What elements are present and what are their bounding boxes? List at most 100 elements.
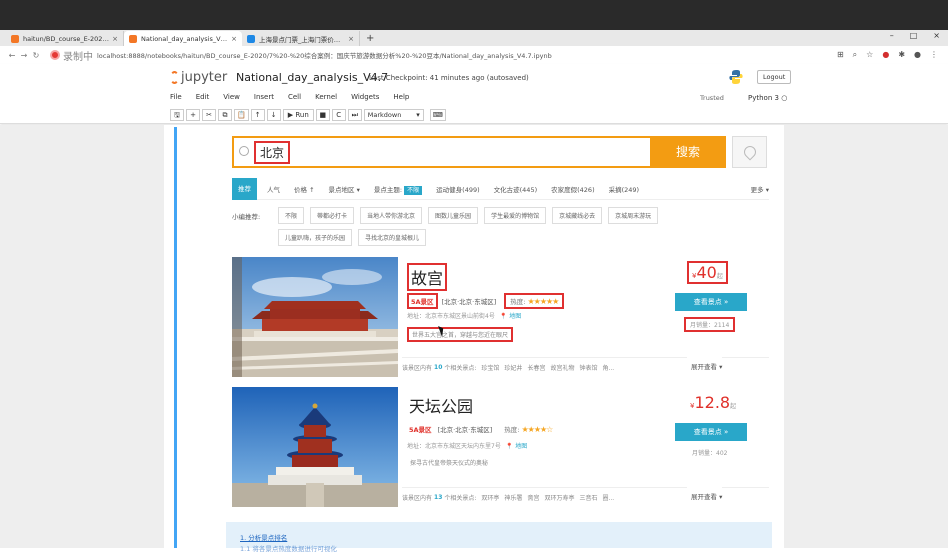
search-button[interactable]: 搜索 xyxy=(650,136,726,168)
close-window-button[interactable]: × xyxy=(933,31,940,40)
translate-icon[interactable]: ⊞ xyxy=(837,50,844,60)
cut-button[interactable]: ✂ xyxy=(202,109,216,121)
theme-culture[interactable]: 文化古迹(445) xyxy=(494,184,537,194)
spot-name[interactable]: 天坛公园 xyxy=(407,393,475,417)
back-icon[interactable]: ← xyxy=(6,51,18,60)
menu-cell[interactable]: Cell xyxy=(288,93,301,101)
menu-widgets[interactable]: Widgets xyxy=(351,93,379,101)
sort-price[interactable]: 价格 ↑ xyxy=(294,184,315,194)
spot-heat: 热度: ★★★★☆ xyxy=(500,423,556,435)
tab-close-icon[interactable]: × xyxy=(112,35,118,43)
expand-related-button[interactable]: 展开查看 ▾ xyxy=(687,357,723,377)
tag-item[interactable]: 不限 xyxy=(278,207,305,224)
tag-item[interactable]: 儿童趴嗨，孩子的乐园 xyxy=(278,229,353,246)
tag-item[interactable]: 京城周末游玩 xyxy=(608,207,659,224)
browser-tab-1[interactable]: haitun/BD_course_E-2020/7 × xyxy=(6,31,124,46)
puzzle-icon[interactable]: ✱ xyxy=(898,50,905,60)
tag-item[interactable]: 学生最爱的博物馆 xyxy=(484,207,547,224)
related-spot[interactable]: 圈... xyxy=(602,493,614,502)
related-spot[interactable]: 神乐署 xyxy=(504,493,522,502)
zoom-icon[interactable]: ⌕ xyxy=(853,50,857,60)
logout-button[interactable]: Logout xyxy=(757,70,792,84)
related-spot[interactable]: 双环亭 xyxy=(481,493,499,502)
extension-icon[interactable]: ● xyxy=(882,50,889,60)
reload-icon[interactable]: ↻ xyxy=(30,51,42,60)
sort-popularity[interactable]: 人气 xyxy=(267,184,280,194)
run-button[interactable]: ▶ Run xyxy=(282,109,314,121)
profile-icon[interactable]: ● xyxy=(914,50,921,60)
paste-button[interactable]: 📋 xyxy=(234,109,249,121)
menu-kernel[interactable]: Kernel xyxy=(315,93,337,101)
forward-icon[interactable]: → xyxy=(18,51,30,60)
forbidden-city-photo[interactable] xyxy=(232,257,398,377)
menu-view[interactable]: View xyxy=(223,93,240,101)
map-link[interactable]: 📍 地图 xyxy=(506,441,527,450)
view-spot-button[interactable]: 查看景点 » xyxy=(675,293,747,311)
interrupt-button[interactable]: ■ xyxy=(315,109,330,121)
restart-button[interactable]: C xyxy=(331,109,346,121)
view-spot-button[interactable]: 查看景点 » xyxy=(675,423,747,441)
related-spot[interactable]: 珍妃井 xyxy=(504,363,522,372)
spot-name[interactable]: 故宫 xyxy=(407,263,448,291)
cell-type-select[interactable]: Markdown xyxy=(363,109,424,121)
move-down-button[interactable]: ↓ xyxy=(266,109,281,121)
tag-item[interactable]: 当地人带你游北京 xyxy=(360,207,423,224)
tag-item[interactable]: 寻找北京的皇城根儿 xyxy=(358,229,427,246)
notebook-title[interactable]: National_day_analysis_V4.7 xyxy=(236,71,388,84)
toc-link-1[interactable]: 1. 分析景点排名 xyxy=(240,532,287,542)
copy-button[interactable]: ⧉ xyxy=(218,109,232,121)
minimize-button[interactable]: – xyxy=(890,31,894,40)
toc-link-1-1[interactable]: 1.1 将各景点热度数据进行可视化 xyxy=(240,543,337,553)
tag-row: 儿童趴嗨，孩子的乐园 寻找北京的皇城根儿 xyxy=(232,229,769,246)
tag-item[interactable]: 京城藏线必去 xyxy=(552,207,603,224)
jupyter-favicon-icon xyxy=(129,34,137,43)
map-link[interactable]: 📍 地图 xyxy=(500,311,521,320)
menu-icon[interactable]: ⋮ xyxy=(930,50,938,60)
menu-file[interactable]: File xyxy=(170,93,182,101)
search-box[interactable]: 北京 xyxy=(232,136,650,168)
related-spot[interactable]: 三音石 xyxy=(579,493,597,502)
command-palette-button[interactable]: ⌨ xyxy=(429,109,446,121)
move-up-button[interactable]: ↑ xyxy=(250,109,265,121)
temple-of-heaven-photo[interactable] xyxy=(232,387,398,507)
more-themes-button[interactable]: 更多 ▾ xyxy=(751,184,769,194)
save-button[interactable]: 🖫 xyxy=(170,109,184,121)
browser-tab-2[interactable]: National_day_analysis_V4.7 - × xyxy=(124,31,242,46)
browser-tab-3[interactable]: 上海景点门票_上海门票价格_上海 × xyxy=(242,31,360,46)
new-tab-button[interactable]: + xyxy=(360,31,380,46)
filter-region[interactable]: 景点地区 ▾ xyxy=(329,184,360,194)
insert-cell-button[interactable]: + xyxy=(186,109,200,121)
related-spot[interactable]: 珍宝馆 xyxy=(481,363,499,372)
theme-farm[interactable]: 农家度假(426) xyxy=(551,184,594,194)
maximize-button[interactable]: □ xyxy=(910,31,918,40)
related-spot[interactable]: 故宫礼物 xyxy=(550,363,574,372)
menu-edit[interactable]: Edit xyxy=(196,93,210,101)
markdown-toc-cell[interactable]: 1. 分析景点排名 1.1 将各景点热度数据进行可视化 xyxy=(226,522,772,553)
tab-close-icon[interactable]: × xyxy=(348,35,354,43)
tag-row: 小编推荐: 不限 蒂都必打卡 当地人带你游北京 图数儿童乐园 学生最爱的博物馆 … xyxy=(232,207,769,224)
restart-run-all-button[interactable]: ⏭ xyxy=(347,109,362,121)
menu-insert[interactable]: Insert xyxy=(254,93,274,101)
search-input[interactable]: 北京 xyxy=(254,141,291,164)
sort-recommended[interactable]: 推荐 xyxy=(232,177,257,200)
map-search-button[interactable] xyxy=(732,136,767,168)
related-spot[interactable]: 角... xyxy=(602,363,614,372)
theme-picking[interactable]: 采摘(249) xyxy=(609,184,639,194)
related-spot[interactable]: 长春宫 xyxy=(527,363,545,372)
menu-help[interactable]: Help xyxy=(393,93,409,101)
related-spot[interactable]: 斋宫 xyxy=(527,493,539,502)
browser-tab-strip: haitun/BD_course_E-2020/7 × National_day… xyxy=(0,30,948,46)
related-spot[interactable]: 钟表馆 xyxy=(579,363,597,372)
tab-close-icon[interactable]: × xyxy=(231,35,237,43)
tag-item[interactable]: 蒂都必打卡 xyxy=(310,207,355,224)
bookmark-star-icon[interactable]: ☆ xyxy=(866,50,873,60)
expand-related-button[interactable]: 展开查看 ▾ xyxy=(687,487,723,507)
related-suffix: 个相关景点: xyxy=(444,365,477,372)
jupyter-logo[interactable]: jupyter xyxy=(170,70,227,85)
theme-sports[interactable]: 运动健身(499) xyxy=(436,184,479,194)
related-spot[interactable]: 双环万寿亭 xyxy=(544,493,574,502)
trusted-indicator[interactable]: Trusted xyxy=(700,94,724,102)
tag-item[interactable]: 图数儿童乐园 xyxy=(428,207,479,224)
theme-any-badge[interactable]: 不限 xyxy=(404,185,423,195)
url-input[interactable]: localhost:8888/notebooks/haitun/BD_cours… xyxy=(97,50,552,60)
